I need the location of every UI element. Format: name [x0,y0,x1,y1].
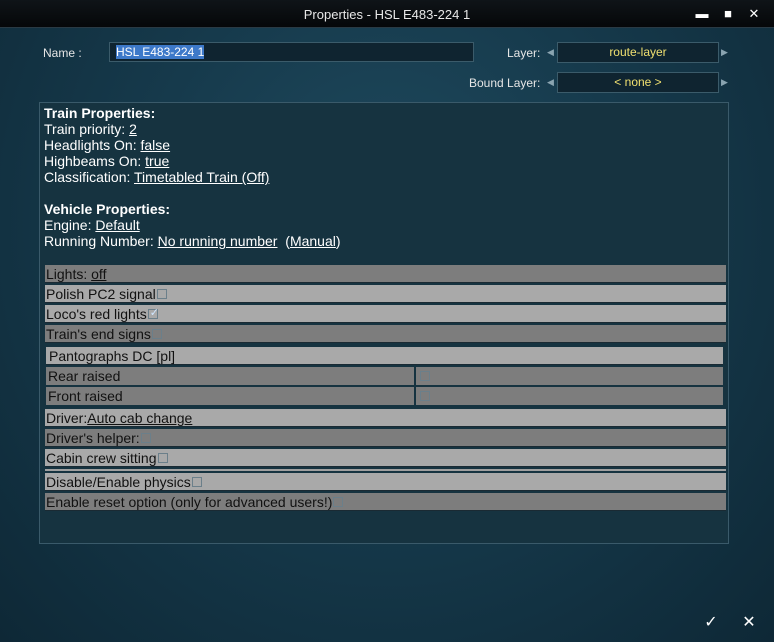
bound-layer-next-icon[interactable]: ▶ [721,77,728,88]
engine-line: Engine: Default [44,217,341,233]
bound-layer-select[interactable]: < none > [557,72,719,93]
name-label: Name : [43,46,82,60]
properties-panel: Train Properties: Train priority: 2 Head… [39,102,729,544]
rear-raised-row: Rear raised [46,367,414,385]
headlights-line: Headlights On: false [44,137,341,153]
driver-link[interactable]: Auto cab change [87,410,192,426]
name-input[interactable]: HSL E483-224 1 [109,42,474,62]
reset-option-row: Enable reset option (only for advanced u… [45,493,726,511]
physics-checkbox[interactable] [191,477,202,488]
engine-link[interactable]: Default [95,217,139,233]
classification-label: Classification: [44,169,135,185]
physics-row: Disable/Enable physics [45,473,726,491]
driver-label: Driver: [46,410,88,426]
layer-prev-icon[interactable]: ◀ [547,47,554,58]
lights-row: Lights: off [45,265,726,283]
driver-row: Driver:Auto cab change [45,409,726,427]
divider [45,469,726,471]
title-bar: Properties - HSL E483-224 1 ▬ ■ ✕ [0,0,774,28]
trains-end-signs-row: Train's end signs [45,325,726,343]
classification-link[interactable]: Timetabled Train (Off) [134,169,269,185]
reset-option-checkbox[interactable] [333,497,344,508]
lights-link[interactable]: off [91,266,106,282]
bound-layer-label: Bound Layer: [469,76,541,90]
locos-red-lights-row: Loco's red lights [45,304,726,323]
engine-label: Engine: [44,217,96,233]
train-priority-line: Train priority: 2 [44,121,341,137]
bound-layer-prev-icon[interactable]: ◀ [547,77,554,88]
rear-raised-label: Rear raised [48,368,121,384]
cabin-crew-row: Cabin crew sitting [45,449,726,467]
highbeams-link[interactable]: true [145,153,169,169]
drivers-helper-row: Driver's helper: [45,429,726,447]
window-title: Properties - HSL E483-224 1 [303,7,471,22]
running-number-line: Running Number: No running number (Manua… [44,233,341,249]
rear-raised-checkbox[interactable] [420,371,430,382]
name-value: HSL E483-224 1 [116,45,205,59]
train-properties-header: Train Properties: [44,105,156,121]
front-raised-label: Front raised [48,388,123,404]
polish-pc2-checkbox[interactable] [156,289,167,300]
front-raised-row: Front raised [46,387,414,405]
trains-end-signs-label: Train's end signs [46,326,151,342]
ok-button[interactable]: ✓ [698,610,724,636]
classification-line: Classification: Timetabled Train (Off) [44,169,341,185]
layer-next-icon[interactable]: ▶ [721,47,728,58]
cancel-button[interactable]: ✕ [736,610,762,636]
pantographs-label: Pantographs DC [pl] [49,348,176,364]
layer-label: Layer: [507,46,541,60]
pantographs-header: Pantographs DC [pl] [46,347,723,365]
front-raised-cell [416,387,723,405]
locos-red-lights-label: Loco's red lights [46,306,147,322]
polish-pc2-label: Polish PC2 signal [46,286,156,302]
lights-label: Lights: [46,266,92,282]
maximize-icon[interactable]: ■ [719,5,737,23]
cabin-crew-checkbox[interactable] [157,453,168,464]
locos-red-lights-checkbox[interactable] [147,304,159,322]
drivers-helper-label: Driver's helper: [46,430,140,446]
headlights-link[interactable]: false [141,137,171,153]
highbeams-line: Highbeams On: true [44,153,341,169]
drivers-helper-checkbox[interactable] [140,433,151,444]
polish-pc2-row: Polish PC2 signal [45,285,726,303]
properties-text: Train Properties: Train priority: 2 Head… [44,105,341,249]
minimize-icon[interactable]: ▬ [693,5,711,23]
rear-raised-cell [416,367,723,385]
train-priority-label: Train priority: [44,121,130,137]
vehicle-properties-header: Vehicle Properties: [44,201,171,217]
running-number-label: Running Number: [44,233,158,249]
close-icon[interactable]: ✕ [745,5,763,23]
train-priority-link[interactable]: 2 [129,121,137,137]
manual-link[interactable]: Manual [290,233,336,249]
physics-label: Disable/Enable physics [46,474,191,490]
running-number-link[interactable]: No running number [158,233,278,249]
front-raised-checkbox[interactable] [420,391,430,402]
reset-option-label: Enable reset option (only for advanced u… [46,494,333,510]
trains-end-signs-checkbox[interactable] [151,329,162,340]
highbeams-label: Highbeams On: [44,153,146,169]
cabin-crew-label: Cabin crew sitting [46,450,157,466]
layer-select[interactable]: route-layer [557,42,719,63]
headlights-label: Headlights On: [44,137,141,153]
